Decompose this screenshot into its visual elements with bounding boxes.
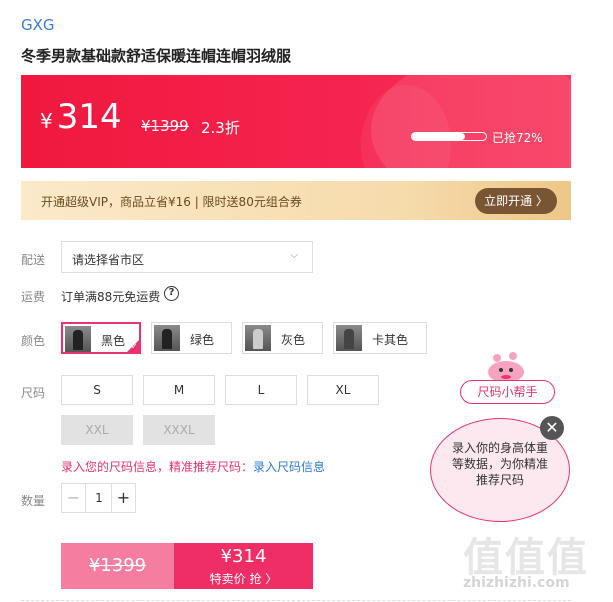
- color-option-gray[interactable]: 灰色: [242, 322, 323, 354]
- color-label: 颜色: [21, 334, 46, 348]
- region-select[interactable]: 请选择省市区 ⌵: [61, 241, 313, 273]
- shipping-text: 订单满88元免运费: [61, 290, 161, 304]
- size-tip-link[interactable]: 录入尺码信息: [253, 460, 325, 474]
- product-title: 冬季男款基础款舒适保暖连帽连帽羽绒服: [21, 47, 292, 65]
- sold-progress-fill: [412, 133, 466, 140]
- discount-label: 2.3折: [201, 119, 240, 137]
- color-option-label: 黑色: [101, 334, 126, 348]
- color-option-label: 灰色: [281, 333, 306, 347]
- delivery-label: 配送: [21, 253, 46, 267]
- divider: [21, 600, 571, 601]
- size-option-xl[interactable]: XL: [307, 375, 379, 405]
- size-helper-bubble-text: 录入你的身高体重等数据，为你精准推荐尺码: [451, 441, 548, 487]
- sold-label: 已抢72%: [492, 131, 543, 145]
- quantity-label: 数量: [21, 494, 46, 508]
- size-option-s[interactable]: S: [61, 375, 133, 405]
- product-thumbnail: [65, 326, 91, 352]
- quantity-plus-button[interactable]: +: [111, 484, 135, 512]
- selected-check-icon: ✓: [126, 339, 140, 353]
- region-select-value: 请选择省市区: [72, 253, 145, 267]
- buy-now-button[interactable]: ¥314 特卖价 抢 〉: [174, 543, 313, 589]
- brand-name[interactable]: GXG: [21, 16, 55, 34]
- current-price-value: 314: [56, 97, 122, 137]
- close-icon[interactable]: ✕: [540, 416, 564, 440]
- color-option-black[interactable]: 黑色 ✓: [61, 322, 141, 354]
- color-option-label: 绿色: [190, 333, 215, 347]
- buy-price: ¥314: [220, 546, 267, 567]
- size-tip: 录入您的尺码信息，精准推荐尺码：录入尺码信息: [61, 458, 325, 475]
- watermark: 值值值 zhizhizhi.com: [463, 525, 603, 597]
- product-thumbnail: [336, 325, 362, 351]
- buy-original-price[interactable]: ¥1399: [61, 543, 174, 589]
- color-option-label: 卡其色: [372, 333, 409, 347]
- quantity-input[interactable]: 1: [86, 484, 112, 512]
- sold-progress-bar: [411, 132, 487, 141]
- original-price: ¥1399: [141, 117, 189, 135]
- current-price: ¥314: [40, 97, 122, 137]
- chevron-down-icon: ⌵: [290, 250, 298, 261]
- product-thumbnail: [245, 325, 271, 351]
- size-option-m[interactable]: M: [143, 375, 215, 405]
- size-label: 尺码: [21, 386, 46, 400]
- size-option-xxl: XXL: [61, 415, 133, 445]
- vip-open-button[interactable]: 立即开通 〉: [475, 188, 557, 214]
- mascot-icon: [488, 352, 524, 383]
- vip-banner: 开通超级VIP，商品立省¥16 | 限时送80元组合券 立即开通 〉: [21, 181, 571, 220]
- size-tip-text: 录入您的尺码信息，精准推荐尺码：: [61, 460, 254, 474]
- color-option-green[interactable]: 绿色: [151, 322, 232, 354]
- color-option-khaki[interactable]: 卡其色: [333, 322, 427, 354]
- shipping-label: 运费: [21, 290, 46, 304]
- quantity-minus-button[interactable]: −: [62, 484, 86, 512]
- buy-action-label: 特卖价 抢 〉: [209, 572, 278, 586]
- size-option-l[interactable]: L: [225, 375, 297, 405]
- quantity-stepper: − 1 +: [61, 483, 136, 513]
- help-icon[interactable]: ?: [164, 286, 179, 301]
- currency-symbol: ¥: [40, 109, 53, 133]
- size-option-xxxl: XXXL: [143, 415, 215, 445]
- size-helper-button[interactable]: 尺码小帮手: [460, 380, 555, 404]
- product-thumbnail: [154, 325, 180, 351]
- vip-text: 开通超级VIP，商品立省¥16 | 限时送80元组合券: [41, 195, 302, 209]
- price-banner: ¥314 ¥1399 2.3折 已抢72%: [21, 75, 571, 168]
- watermark-url: zhizhizhi.com: [463, 575, 570, 591]
